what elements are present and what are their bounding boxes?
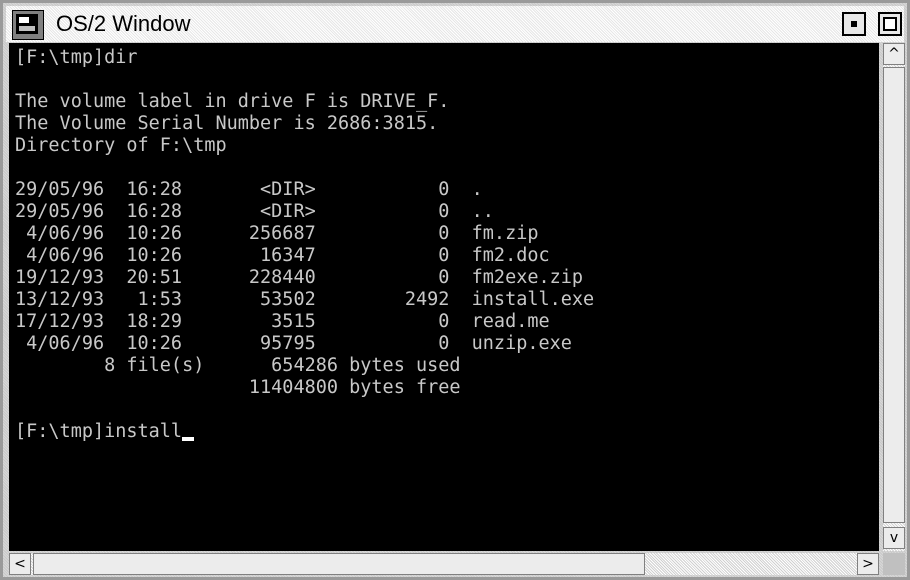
scroll-right-button[interactable]: > <box>857 553 879 575</box>
vertical-scroll-thumb[interactable] <box>883 67 905 523</box>
console-line: 8 file(s) 654286 bytes used <box>15 355 461 376</box>
os2-window: OS/2 Window [F:\tmp]dir The volume label… <box>0 0 910 580</box>
horizontal-scroll-thumb[interactable] <box>33 553 645 575</box>
vertical-scrollbar[interactable]: ^ v <box>883 43 905 551</box>
scrollbar-corner <box>883 553 905 575</box>
console-line: 4/06/96 10:26 256687 0 fm.zip <box>15 223 539 244</box>
text-cursor <box>182 437 195 441</box>
console-line: 17/12/93 18:29 3515 0 read.me <box>15 311 550 332</box>
console-line: 29/05/96 16:28 <DIR> 0 . <box>15 179 483 200</box>
scroll-left-button[interactable]: < <box>9 553 31 575</box>
system-menu-icon[interactable] <box>12 10 44 40</box>
console-line: 11404800 bytes free <box>15 377 461 398</box>
title-bar[interactable]: OS/2 Window <box>6 6 904 42</box>
console-output[interactable]: [F:\tmp]dir The volume label in drive F … <box>9 43 879 551</box>
console-line: 29/05/96 16:28 <DIR> 0 .. <box>15 201 494 222</box>
console-line: The Volume Serial Number is 2686:3815. <box>15 113 439 134</box>
console-line: 4/06/96 10:26 16347 0 fm2.doc <box>15 245 550 266</box>
console-text: [F:\tmp]dir The volume label in drive F … <box>9 43 879 443</box>
console-line: 19/12/93 20:51 228440 0 fm2exe.zip <box>15 267 584 288</box>
minimize-button[interactable] <box>842 12 866 36</box>
console-line: 13/12/93 1:53 53502 2492 install.exe <box>15 289 595 310</box>
scroll-down-button[interactable]: v <box>883 527 905 549</box>
maximize-button[interactable] <box>878 12 902 36</box>
console-line: [F:\tmp]dir <box>15 47 138 68</box>
console-line: 4/06/96 10:26 95795 0 unzip.exe <box>15 333 572 354</box>
window-title: OS/2 Window <box>56 11 191 36</box>
horizontal-scrollbar[interactable]: < > <box>9 553 879 575</box>
scroll-up-button[interactable]: ^ <box>883 43 905 65</box>
console-line: [F:\tmp]install <box>15 421 183 442</box>
console-line: Directory of F:\tmp <box>15 135 227 156</box>
console-line: The volume label in drive F is DRIVE_F. <box>15 91 450 112</box>
